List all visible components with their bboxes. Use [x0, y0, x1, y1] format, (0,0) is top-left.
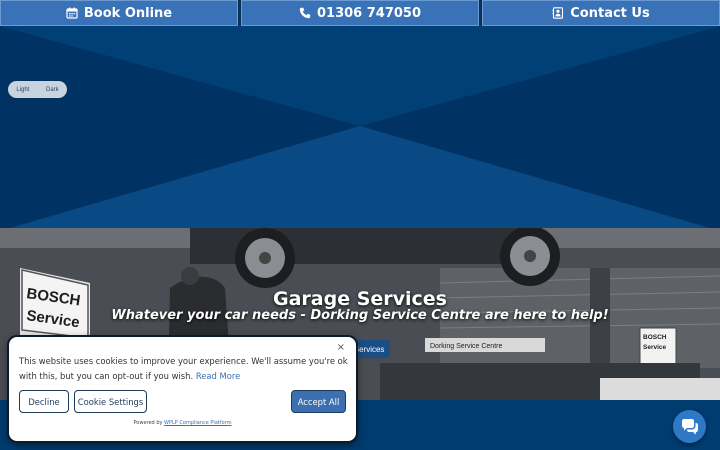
book-online-label: Book Online — [83, 5, 173, 21]
theme-dark-option[interactable]: Dark — [46, 87, 59, 93]
top-action-bar: Book Online 01306 747050 Contact Us — [0, 0, 720, 26]
phone-button[interactable]: 01306 747050 — [241, 0, 479, 26]
cookie-read-more-link[interactable]: Read More — [196, 371, 240, 381]
cookie-accept-all-button[interactable]: Accept All — [291, 390, 346, 413]
contact-us-label: Contact Us — [570, 5, 650, 21]
hero-background — [0, 26, 720, 231]
chat-button[interactable] — [673, 410, 706, 443]
theme-light-option[interactable]: Light — [16, 87, 29, 93]
cookie-decline-button[interactable]: Decline — [19, 390, 69, 413]
page-title: Garage Services — [272, 288, 447, 310]
phone-icon — [299, 7, 311, 19]
powered-by-link[interactable]: WPLP Compliance Platform — [164, 420, 231, 426]
cookie-consent-banner: × This website uses cookies to improve y… — [9, 337, 356, 441]
contact-card-icon — [552, 7, 564, 19]
theme-toggle[interactable]: Light Dark — [8, 81, 67, 98]
cookie-message: This website uses cookies to improve you… — [19, 354, 349, 384]
contact-us-button[interactable]: Contact Us — [482, 0, 720, 26]
cookie-powered-by: Powered by WPLP Compliance Platform — [9, 420, 356, 426]
book-online-button[interactable]: Book Online — [0, 0, 238, 26]
calendar-icon — [66, 7, 78, 19]
bosch-sign-right-service: Service — [643, 344, 667, 351]
powered-by-prefix: Powered by — [133, 420, 163, 426]
bosch-sign-right-brand: BOSCH — [643, 334, 667, 341]
chat-icon — [681, 418, 698, 434]
cookie-close-icon[interactable]: × — [337, 342, 345, 353]
page-subtitle: Whatever your car needs - Dorking Servic… — [111, 308, 609, 323]
cookie-settings-button[interactable]: Cookie Settings — [74, 390, 147, 413]
cookie-message-text: This website uses cookies to improve you… — [19, 356, 348, 381]
shop-sign-text: Dorking Service Centre — [430, 343, 502, 350]
phone-number-label: 01306 747050 — [316, 5, 422, 21]
hero-x-pattern — [0, 26, 720, 231]
